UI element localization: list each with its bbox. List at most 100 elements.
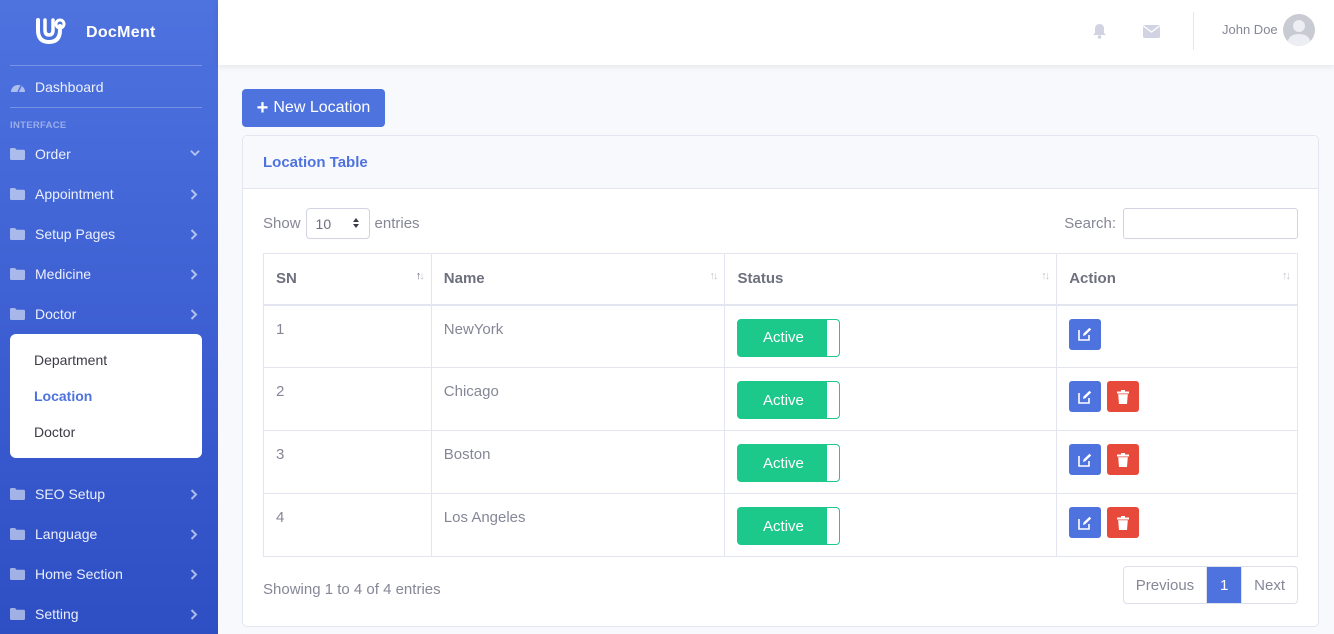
sidebar-item-order[interactable]: Order	[0, 134, 218, 174]
card-title: Location Table	[263, 153, 368, 171]
chevron-right-icon	[190, 189, 200, 200]
chevron-right-icon	[190, 529, 200, 540]
edit-button[interactable]	[1069, 444, 1102, 475]
bell-icon[interactable]	[1090, 22, 1108, 40]
column-header-sn[interactable]: SN ↑↓	[263, 253, 432, 306]
new-location-label: New Location	[273, 99, 371, 116]
action-group	[1069, 444, 1285, 475]
column-header-status[interactable]: Status ↑↓	[724, 253, 1058, 306]
select-arrows-icon	[352, 216, 360, 232]
entries-label: entries	[374, 215, 420, 232]
column-header-name[interactable]: Name ↑↓	[430, 253, 726, 306]
cell-name: Chicago	[430, 367, 726, 431]
sidebar-item-language[interactable]: Language	[0, 514, 218, 554]
toggle-knob	[826, 508, 840, 544]
status-label: Active	[763, 454, 804, 472]
toggle-knob	[826, 319, 840, 356]
cell-sn: 1	[263, 304, 432, 368]
folder-icon	[10, 527, 26, 541]
location-table: SN ↑↓ Name ↑↓ Status ↑↓ Action ↑↓ 1 NewYork Ac…	[263, 253, 1298, 557]
status-label: Active	[763, 329, 804, 346]
page-1-button[interactable]: 1	[1206, 567, 1242, 603]
sidebar-divider	[10, 107, 202, 108]
next-button[interactable]: Next	[1241, 567, 1297, 603]
trash-icon	[1117, 389, 1130, 404]
chevron-right-icon	[190, 569, 200, 580]
table-row: 4 Los Angeles Active	[263, 493, 1298, 557]
previous-button[interactable]: Previous	[1124, 567, 1206, 603]
avatar[interactable]	[1283, 14, 1315, 46]
envelope-icon[interactable]	[1142, 22, 1160, 40]
status-toggle[interactable]: Active	[737, 444, 841, 482]
chevron-right-icon	[190, 489, 200, 500]
user-name[interactable]: John Doe	[1222, 22, 1278, 37]
sidebar-item-label: Setting	[35, 606, 79, 622]
cell-name: Boston	[430, 430, 726, 494]
table-info: Showing 1 to 4 of 4 entries	[263, 581, 441, 598]
trash-icon	[1117, 452, 1130, 467]
action-group	[1069, 381, 1285, 412]
sidebar-item-appointment[interactable]: Appointment	[0, 174, 218, 214]
status-toggle[interactable]: Active	[737, 381, 841, 419]
stethoscope-icon	[32, 14, 70, 52]
topbar: John Doe	[218, 0, 1334, 65]
submenu-item-department[interactable]: Department	[10, 342, 202, 378]
cell-sn: 4	[263, 493, 432, 557]
sidebar-item-label: Appointment	[35, 186, 114, 202]
folder-icon	[10, 487, 26, 501]
sidebar-divider	[10, 65, 202, 66]
show-label: Show	[263, 215, 301, 232]
delete-button[interactable]	[1107, 381, 1140, 412]
card-header: Location Table	[243, 136, 1318, 189]
new-location-button[interactable]: + New Location	[242, 89, 385, 127]
edit-button[interactable]	[1069, 381, 1102, 412]
folder-icon	[10, 307, 26, 321]
submenu-item-doctor[interactable]: Doctor	[10, 414, 202, 450]
sidebar-item-label: Dashboard	[35, 79, 104, 95]
delete-button[interactable]	[1107, 444, 1140, 475]
folder-icon	[10, 267, 26, 281]
status-toggle[interactable]: Active	[737, 318, 841, 357]
edit-icon	[1078, 453, 1092, 467]
cell-status: Active	[724, 430, 1058, 494]
cell-action	[1056, 493, 1298, 557]
edit-icon	[1078, 516, 1092, 530]
doctor-submenu: Department Location Doctor	[10, 334, 202, 458]
cell-status: Active	[724, 304, 1058, 368]
page-size-control: Show 10 entries	[263, 208, 420, 239]
search-label: Search:	[1064, 215, 1116, 232]
edit-button[interactable]	[1069, 318, 1102, 350]
page-size-select[interactable]: 10	[305, 208, 370, 239]
action-group	[1069, 507, 1285, 538]
sidebar-item-medicine[interactable]: Medicine	[0, 254, 218, 294]
sidebar-item-setting[interactable]: Setting	[0, 594, 218, 634]
sidebar-item-doctor[interactable]: Doctor	[0, 294, 218, 334]
sidebar-item-setup-pages[interactable]: Setup Pages	[0, 214, 218, 254]
edit-button[interactable]	[1069, 507, 1102, 538]
search-input[interactable]	[1123, 208, 1298, 239]
brand[interactable]: DocMent	[0, 0, 218, 65]
sort-icon: ↑↓	[1282, 270, 1291, 282]
brand-name: DocMent	[86, 23, 156, 41]
chevron-right-icon	[190, 229, 200, 240]
cell-action	[1056, 367, 1298, 431]
sort-icon: ↑↓	[1041, 270, 1050, 282]
cell-name: Los Angeles	[430, 493, 726, 557]
sidebar-item-label: Medicine	[35, 266, 92, 282]
sidebar-heading: INTERFACE	[10, 120, 67, 131]
cell-status: Active	[724, 493, 1058, 557]
cell-name: NewYork	[430, 304, 726, 368]
submenu-item-location[interactable]: Location	[10, 378, 202, 414]
sidebar-item-dashboard[interactable]: Dashboard	[0, 67, 218, 107]
chevron-right-icon	[190, 309, 200, 320]
sidebar-item-seo-setup[interactable]: SEO Setup	[0, 474, 218, 514]
column-header-action[interactable]: Action ↑↓	[1056, 253, 1298, 306]
sort-asc-icon: ↑↓	[415, 270, 425, 282]
sidebar: DocMent Dashboard INTERFACE Order Appoint…	[0, 0, 218, 634]
page-size-value: 10	[315, 215, 332, 232]
status-toggle[interactable]: Active	[737, 507, 841, 545]
folder-icon	[10, 607, 26, 621]
delete-button[interactable]	[1107, 507, 1140, 538]
status-label: Active	[763, 391, 804, 409]
sidebar-item-home-section[interactable]: Home Section	[0, 554, 218, 594]
